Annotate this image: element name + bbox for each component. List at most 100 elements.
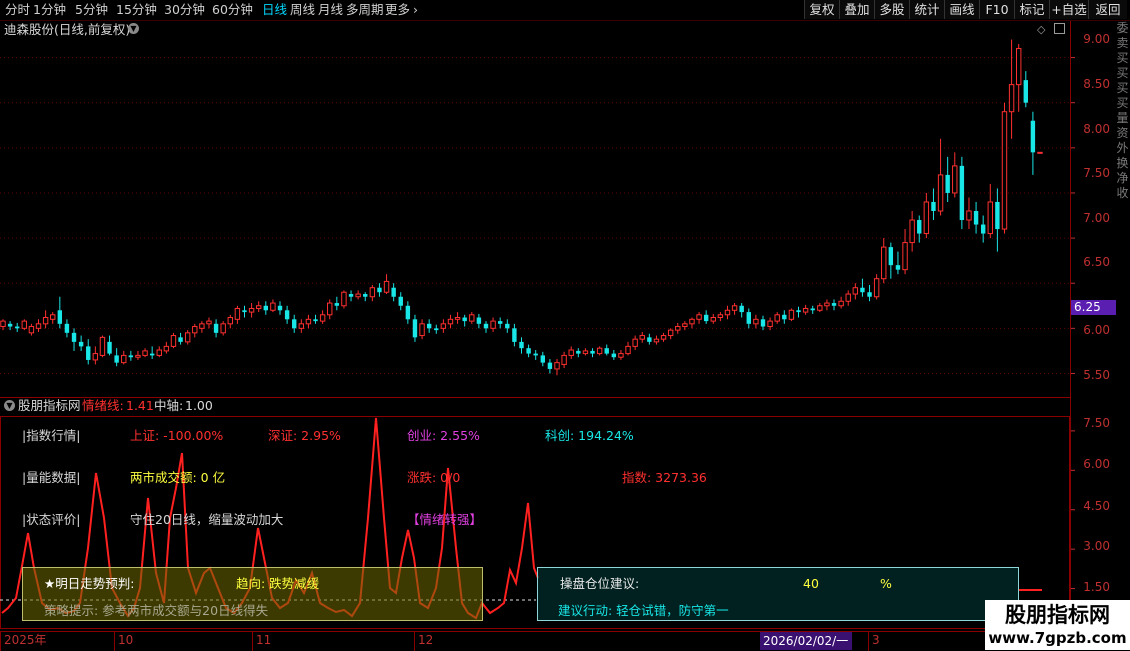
date-tick: [114, 632, 115, 651]
period-tab-60min[interactable]: 60分钟: [212, 2, 253, 18]
candle-body: [64, 323, 70, 333]
side-char: 净: [1116, 171, 1129, 185]
candle-body: [937, 174, 944, 212]
chevron-right-icon: ›: [413, 2, 419, 17]
candle-body: [135, 354, 141, 358]
adjust-button[interactable]: 复权: [804, 0, 839, 19]
index-value: 指数: 3273.36: [622, 470, 707, 485]
candle-body: [1015, 48, 1022, 86]
ind-axis-label-750: 7.50: [1083, 416, 1110, 430]
candle-body: [867, 292, 872, 297]
status-description: 守住20日线，缩量波动加大: [130, 512, 284, 527]
watermark-name: 股朋指标网: [1005, 603, 1110, 627]
candle-body: [192, 326, 198, 334]
price-label-550: 5.50: [1083, 368, 1110, 382]
candle-body: [355, 293, 361, 298]
candle-body: [454, 317, 461, 320]
candle-body: [647, 337, 652, 342]
price-label-650: 6.50: [1083, 255, 1110, 269]
overlay-button[interactable]: 叠加: [839, 0, 874, 19]
candle-body: [952, 165, 958, 194]
chevron-down-icon[interactable]: ▼: [128, 23, 139, 34]
candle-body: [42, 317, 49, 325]
candle-body: [1008, 84, 1015, 113]
candle-body: [412, 319, 418, 338]
period-tab-weekly[interactable]: 周线: [290, 2, 315, 18]
period-tab-more[interactable]: 更多 ›: [385, 2, 418, 18]
period-tab-intraday[interactable]: 分时: [5, 2, 30, 18]
date-tick: [868, 632, 869, 651]
candle-body: [611, 353, 617, 358]
candle-body: [519, 341, 524, 349]
candle-body: [57, 310, 63, 324]
candle-body: [782, 314, 787, 320]
period-tab-5min[interactable]: 5分钟: [75, 2, 108, 18]
candle-body: [526, 348, 531, 354]
candle-body: [490, 320, 496, 329]
candle-body: [547, 362, 553, 369]
candle-body: [313, 319, 318, 322]
f10-button[interactable]: F10: [979, 0, 1014, 19]
candlestick-chart[interactable]: [0, 21, 1070, 397]
period-tab-1min[interactable]: 1分钟: [33, 2, 66, 18]
statistics-button[interactable]: 统计: [909, 0, 944, 19]
side-char: 收: [1116, 186, 1129, 200]
candle-body: [263, 305, 269, 311]
period-tab-monthly[interactable]: 月线: [318, 2, 343, 18]
date-label-dec: 12: [418, 633, 434, 647]
mark-button[interactable]: 标记: [1014, 0, 1049, 19]
mid-axis-value: 1.00: [185, 398, 213, 413]
position-value: 40: [803, 576, 819, 591]
side-char: 卖: [1116, 36, 1129, 50]
candle-body: [796, 310, 801, 313]
candle-body: [405, 305, 411, 320]
period-tab-30min[interactable]: 30分钟: [164, 2, 205, 18]
market-turnover: 两市成交额: 0 亿: [130, 470, 226, 485]
candle-body: [391, 287, 396, 297]
period-tab-15min[interactable]: 15分钟: [116, 2, 157, 18]
side-char: 买: [1116, 81, 1129, 95]
date-label-mar: 3: [872, 633, 880, 647]
candle-body: [973, 211, 979, 225]
period-toolbar: 分时 1分钟 5分钟 15分钟 30分钟 60分钟 日线 周线 月线 多周期 更…: [0, 0, 1130, 21]
maximize-icon[interactable]: [1054, 23, 1065, 34]
candle-body: [398, 296, 403, 306]
candle-body: [483, 323, 489, 329]
date-label-oct: 10: [118, 633, 134, 647]
price-label-850: 8.50: [1083, 77, 1110, 91]
candle-body: [845, 293, 851, 302]
candle-body: [1030, 120, 1036, 153]
candle-body: [717, 314, 724, 319]
candle-body: [746, 312, 751, 324]
candle-body: [739, 305, 744, 313]
candle-body: [298, 323, 305, 329]
diamond-icon[interactable]: ◇: [1037, 23, 1045, 36]
candle-body: [909, 219, 915, 244]
candle-body: [383, 280, 390, 293]
period-tab-daily[interactable]: 日线: [262, 2, 287, 18]
shanghai-index: 上证: -100.00%: [130, 428, 224, 443]
candle-body: [284, 310, 290, 320]
price-label-700: 7.00: [1083, 211, 1110, 225]
candle-body: [931, 201, 936, 211]
date-tick: [414, 632, 415, 651]
candle-body: [917, 220, 922, 234]
multi-stock-button[interactable]: 多股: [874, 0, 909, 19]
chinext-index: 创业: 2.55%: [407, 428, 480, 443]
side-char: 买: [1116, 51, 1129, 65]
back-button[interactable]: 返回: [1088, 0, 1127, 19]
period-tab-multi[interactable]: 多周期: [346, 2, 384, 18]
add-watchlist-button[interactable]: +自选: [1049, 0, 1088, 19]
cursor-date-label: 2026/02/02/一: [760, 632, 853, 650]
candle-body: [618, 353, 624, 358]
candle-body: [512, 328, 517, 342]
quote-side-strip[interactable]: 委 卖 买 买 买 买 量 资 外 换 净 收: [1115, 21, 1130, 631]
draw-line-button[interactable]: 画线: [944, 0, 979, 19]
candle-body: [71, 332, 77, 342]
candle-body: [213, 323, 219, 333]
chevron-down-icon[interactable]: ▼: [4, 400, 15, 411]
candle-body: [582, 350, 589, 355]
side-char: 量: [1116, 111, 1129, 125]
status-tag: 【情绪转强】: [407, 512, 483, 527]
price-label-750: 7.50: [1083, 166, 1110, 180]
